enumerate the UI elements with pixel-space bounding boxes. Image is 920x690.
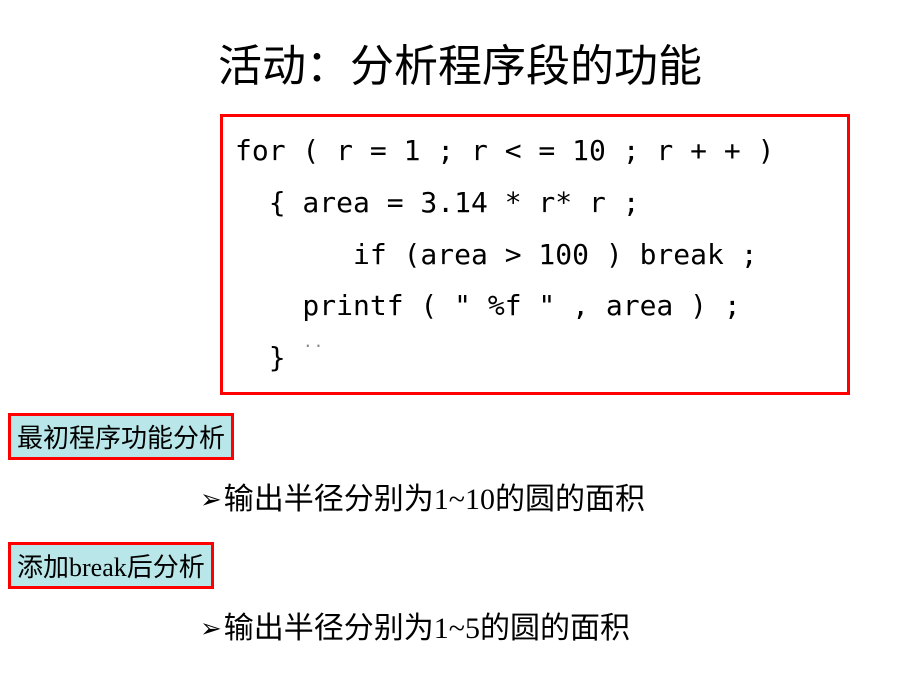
bullet-arrow-icon: ➢ bbox=[200, 484, 222, 514]
code-line-1: for ( r = 1 ; r < = 10 ; r + + ) bbox=[235, 125, 835, 177]
slide-title: 活动：分析程序段的功能 bbox=[0, 0, 920, 114]
bullet-text-1: 输出半径分别为1~10的圆的面积 bbox=[224, 483, 645, 516]
code-line-4: printf ( " %f " , area ) ; bbox=[235, 280, 835, 332]
code-line-3: if (area > 100 ) break ; bbox=[235, 229, 835, 281]
bullet-break-analysis: ➢输出半径分别为1~5的圆的面积 bbox=[200, 603, 920, 647]
watermark: .. bbox=[303, 327, 324, 357]
analysis-label-break: 添加break后分析 bbox=[8, 542, 214, 589]
bullet-text-2: 输出半径分别为1~5的圆的面积 bbox=[224, 612, 630, 645]
code-line-2: { area = 3.14 * r* r ; bbox=[235, 177, 835, 229]
code-block: for ( r = 1 ; r < = 10 ; r + + ) { area … bbox=[220, 114, 850, 395]
code-line-5: } bbox=[235, 332, 835, 384]
bullet-initial-analysis: ➢输出半径分别为1~10的圆的面积 bbox=[200, 474, 920, 518]
analysis-label-initial: 最初程序功能分析 bbox=[8, 413, 234, 460]
bullet-arrow-icon: ➢ bbox=[200, 613, 222, 643]
